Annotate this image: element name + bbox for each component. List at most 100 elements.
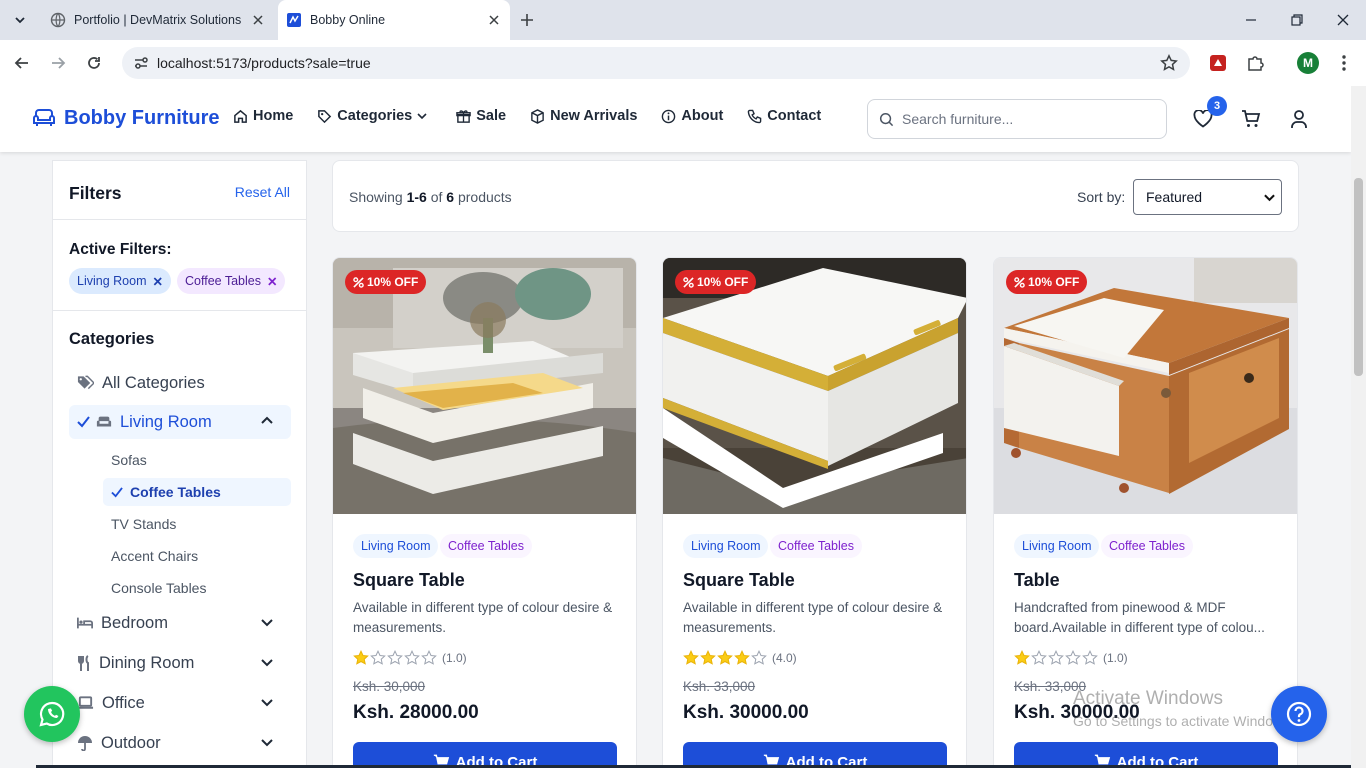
scrollbar-thumb[interactable] [1354, 178, 1363, 376]
product-card[interactable]: 10% OFF Living Room Coffee Tables Square… [332, 257, 637, 768]
subcategory-tag[interactable]: Coffee Tables [440, 534, 532, 558]
product-image[interactable]: 10% OFF [994, 258, 1297, 514]
product-name[interactable]: Table [1014, 570, 1060, 591]
sort-select[interactable]: Featured [1133, 179, 1282, 215]
category-tag[interactable]: Living Room [353, 534, 439, 558]
category-tag[interactable]: Living Room [1014, 534, 1100, 558]
rating-text: (1.0) [1103, 651, 1128, 665]
category-bedroom[interactable]: Bedroom [69, 606, 291, 640]
browser-tab-bobby[interactable]: Bobby Online [278, 0, 510, 40]
brand-name: Bobby Furniture [64, 106, 220, 129]
chevron-down-icon [417, 111, 432, 121]
profile-avatar[interactable]: M [1297, 52, 1319, 74]
wishlist-count-badge: 3 [1207, 96, 1227, 116]
active-filter-chip[interactable]: Coffee Tables ✕ [177, 268, 286, 294]
nav-home[interactable]: Home [233, 108, 293, 124]
discount-badge: 10% OFF [345, 270, 427, 294]
help-button[interactable] [1271, 686, 1327, 742]
category-living-room[interactable]: Living Room [69, 405, 291, 439]
forward-icon[interactable] [46, 51, 70, 75]
reset-all-link[interactable]: Reset All [235, 184, 290, 200]
chevron-up-icon [261, 415, 281, 427]
kebab-menu-icon[interactable] [1334, 53, 1354, 73]
badge-label: 10% OFF [367, 275, 419, 289]
search-box[interactable] [867, 99, 1167, 139]
subcategory-accent-chairs[interactable]: Accent Chairs [103, 542, 291, 570]
star-empty-icon [751, 650, 767, 665]
product-image[interactable]: 10% OFF [333, 258, 636, 514]
minimize-icon[interactable] [1228, 0, 1274, 40]
subcategory-coffee-tables[interactable]: Coffee Tables [103, 478, 291, 506]
category-outdoor[interactable]: Outdoor [69, 726, 291, 760]
sofa-icon [96, 415, 120, 429]
nav-label: Contact [767, 108, 822, 124]
filters-header: Filters Reset All [53, 161, 306, 220]
extension-icon[interactable] [1208, 53, 1228, 73]
category-tag[interactable]: Living Room [683, 534, 769, 558]
star-empty-icon [1031, 650, 1047, 665]
umbrella-icon [77, 735, 101, 751]
category-all[interactable]: All Categories [69, 366, 291, 400]
bookmark-star-icon[interactable] [1160, 54, 1178, 72]
nav-label: About [681, 108, 724, 124]
close-tab-icon[interactable] [486, 12, 502, 28]
nav-categories[interactable]: Categories [317, 108, 432, 124]
sale-price: Ksh. 30000.00 [1014, 702, 1140, 723]
subcategory-console-tables[interactable]: Console Tables [103, 574, 291, 602]
chip-label: Coffee Tables [185, 274, 261, 288]
tab-title: Bobby Online [310, 13, 386, 27]
gift-icon [456, 109, 476, 124]
product-image[interactable]: 10% OFF [663, 258, 966, 514]
url-field[interactable]: localhost:5173/products?sale=true [122, 47, 1190, 79]
whatsapp-chat-button[interactable] [24, 686, 80, 742]
laptop-icon [77, 696, 102, 710]
cart-icon[interactable] [1240, 108, 1262, 130]
close-tab-icon[interactable] [250, 12, 266, 28]
puzzle-extensions-icon[interactable] [1245, 53, 1265, 73]
category-office[interactable]: Office [69, 686, 291, 720]
active-filters-label: Active Filters: [69, 241, 172, 258]
user-account-icon[interactable] [1288, 108, 1310, 130]
product-card[interactable]: 10% OFF Living Room Coffee Tables Table … [993, 257, 1298, 768]
check-icon [77, 416, 98, 428]
tab-search-icon[interactable] [8, 8, 32, 32]
category-label: Dining Room [99, 653, 195, 672]
subcategory-tag[interactable]: Coffee Tables [770, 534, 862, 558]
product-name[interactable]: Square Table [683, 570, 795, 591]
tab-title: Portfolio | DevMatrix Solutions [74, 13, 242, 27]
subcategory-sofas[interactable]: Sofas [103, 446, 291, 474]
chevron-down-icon [261, 656, 281, 668]
product-description: Handcrafted from pinewood & MDF board.Av… [1014, 600, 1265, 635]
new-tab-icon[interactable] [520, 0, 540, 40]
search-input[interactable] [902, 111, 1152, 127]
subcategory-tv-stands[interactable]: TV Stands [103, 510, 291, 538]
site-info-icon[interactable] [132, 54, 150, 72]
percent-icon [353, 276, 367, 288]
browser-tab-portfolio[interactable]: Portfolio | DevMatrix Solutions [38, 0, 274, 40]
brand-logo[interactable]: Bobby Furniture [32, 106, 220, 130]
main-nav: Home Categories Sale New Arrivals About [233, 108, 845, 124]
nav-sale[interactable]: Sale [456, 108, 506, 124]
restore-icon[interactable] [1274, 0, 1320, 40]
category-dining-room[interactable]: Dining Room [69, 646, 291, 680]
product-name[interactable]: Square Table [353, 570, 465, 591]
active-filter-chip[interactable]: Living Room ✕ [69, 268, 171, 294]
info-icon [661, 109, 681, 124]
remove-filter-icon[interactable]: ✕ [152, 274, 162, 289]
nav-contact[interactable]: Contact [747, 108, 821, 124]
listing-toolbar: Showing 1-6 of 6 products Sort by: Featu… [332, 160, 1299, 232]
subcategory-tag[interactable]: Coffee Tables [1101, 534, 1193, 558]
product-card[interactable]: 10% OFF Living Room Coffee Tables Square… [662, 257, 967, 768]
sort-value: Featured [1146, 189, 1203, 205]
discount-badge: 10% OFF [675, 270, 757, 294]
category-label: Outdoor [101, 733, 161, 752]
remove-filter-icon[interactable]: ✕ [267, 274, 277, 289]
reload-icon[interactable] [82, 51, 106, 75]
whatsapp-icon [38, 700, 66, 728]
back-icon[interactable] [10, 51, 34, 75]
rating-stars: (1.0) [353, 650, 467, 666]
nav-about[interactable]: About [661, 108, 723, 124]
home-icon [233, 109, 253, 124]
nav-new-arrivals[interactable]: New Arrivals [530, 108, 637, 124]
close-window-icon[interactable] [1320, 0, 1366, 40]
